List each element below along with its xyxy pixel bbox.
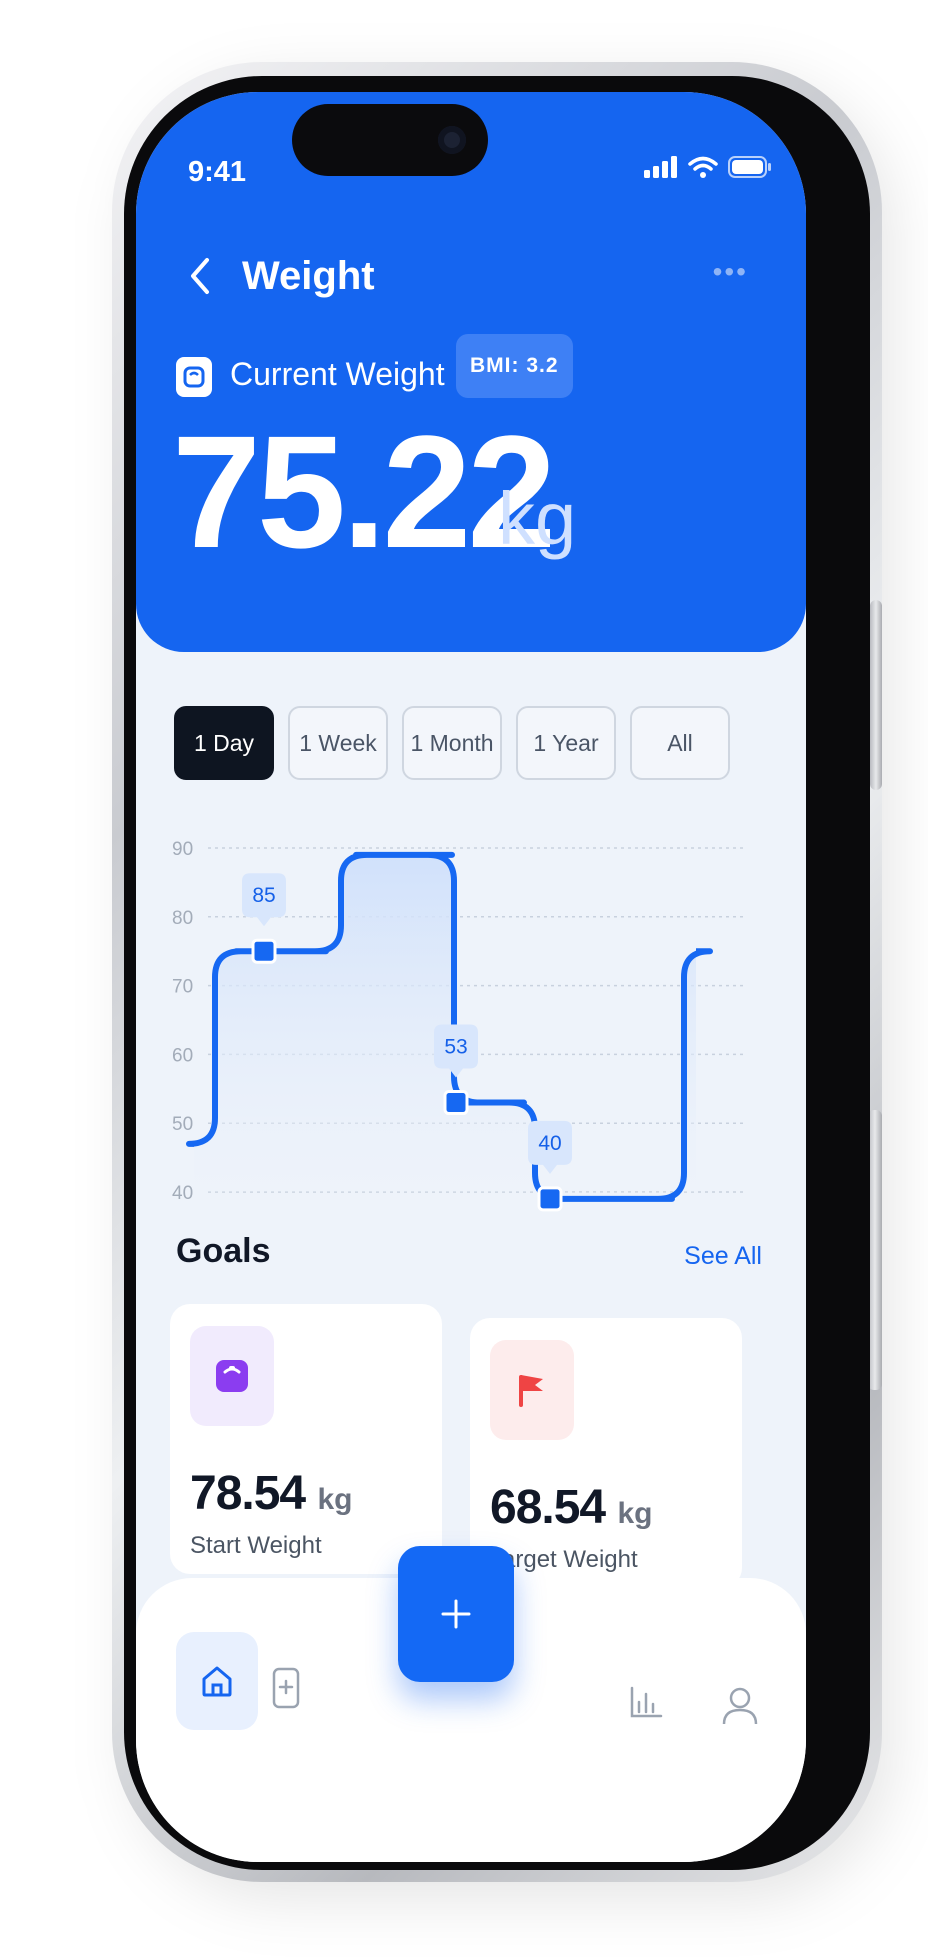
page-title: Weight [242, 254, 375, 298]
goal-card-target[interactable]: 68.54 kg Target Weight [470, 1318, 742, 1588]
data-point[interactable] [443, 1090, 469, 1116]
start-weight-value: 78.54 kg [190, 1467, 353, 1520]
header: 9:41 Weight ••• Current Weight BMI: 3.2 … [136, 92, 806, 652]
nav-home-button[interactable] [176, 1632, 258, 1730]
data-point[interactable] [537, 1186, 563, 1212]
current-weight-unit: kg [498, 477, 577, 560]
wifi-icon [688, 156, 718, 178]
y-tick-label: 70 [172, 977, 193, 998]
callout-label: 40 [538, 1132, 561, 1155]
goals-title: Goals [176, 1232, 271, 1270]
scale-icon [190, 1326, 274, 1426]
chevron-left-icon [191, 258, 209, 294]
nav-stats-button[interactable] [616, 1672, 676, 1732]
tab-all[interactable]: All [630, 706, 730, 780]
plus-icon [441, 1599, 471, 1629]
profile-icon [722, 1687, 758, 1725]
camera-icon [438, 126, 466, 154]
more-options-button[interactable]: ••• [713, 256, 748, 288]
callout-label: 53 [444, 1036, 467, 1059]
side-button-volume [868, 1110, 882, 1390]
tab-1-week[interactable]: 1 Week [288, 706, 388, 780]
goal-card-start[interactable]: 78.54 kg Start Weight [170, 1304, 442, 1574]
tab-1-year[interactable]: 1 Year [516, 706, 616, 780]
callout-label: 85 [252, 884, 275, 907]
start-weight-unit: kg [317, 1483, 353, 1516]
y-tick-label: 50 [172, 1114, 193, 1135]
weight-chart: 90 80 70 60 50 40 85 53 40 [172, 839, 746, 1212]
tab-1-month[interactable]: 1 Month [402, 706, 502, 780]
start-weight-label: Start Weight [190, 1532, 322, 1559]
app-screen: 9:41 Weight ••• Current Weight BMI: 3.2 … [136, 92, 806, 1862]
back-button[interactable] [176, 252, 224, 300]
target-weight-value: 68.54 kg [490, 1481, 653, 1534]
y-tick-label: 60 [172, 1045, 193, 1066]
nav-device-button[interactable] [256, 1658, 316, 1718]
battery-icon [728, 156, 771, 178]
add-entry-button[interactable] [398, 1546, 514, 1682]
y-tick-label: 80 [172, 908, 193, 929]
chart-icon [630, 1686, 663, 1718]
scale-icon [176, 357, 212, 397]
side-button-power [870, 600, 882, 790]
data-point[interactable] [251, 938, 277, 964]
nav-profile-button[interactable] [710, 1676, 770, 1736]
signal-icon [644, 156, 677, 178]
home-icon [202, 1666, 232, 1697]
status-time: 9:41 [188, 156, 247, 188]
target-weight-unit: kg [617, 1497, 653, 1530]
range-tabs: 1 Day 1 Week 1 Month 1 Year All [174, 706, 730, 780]
phone-plus-icon [272, 1667, 300, 1709]
see-all-link[interactable]: See All [684, 1242, 762, 1271]
status-icons [644, 156, 772, 178]
y-tick-label: 40 [172, 1183, 193, 1204]
flag-icon [490, 1340, 574, 1440]
dynamic-island [292, 104, 488, 176]
current-weight-value: 75.22 [172, 402, 556, 581]
bmi-badge: BMI: 3.2 [456, 334, 573, 398]
current-weight-label: Current Weight [230, 356, 445, 392]
tab-1-day[interactable]: 1 Day [174, 706, 274, 780]
y-tick-label: 90 [172, 839, 193, 860]
